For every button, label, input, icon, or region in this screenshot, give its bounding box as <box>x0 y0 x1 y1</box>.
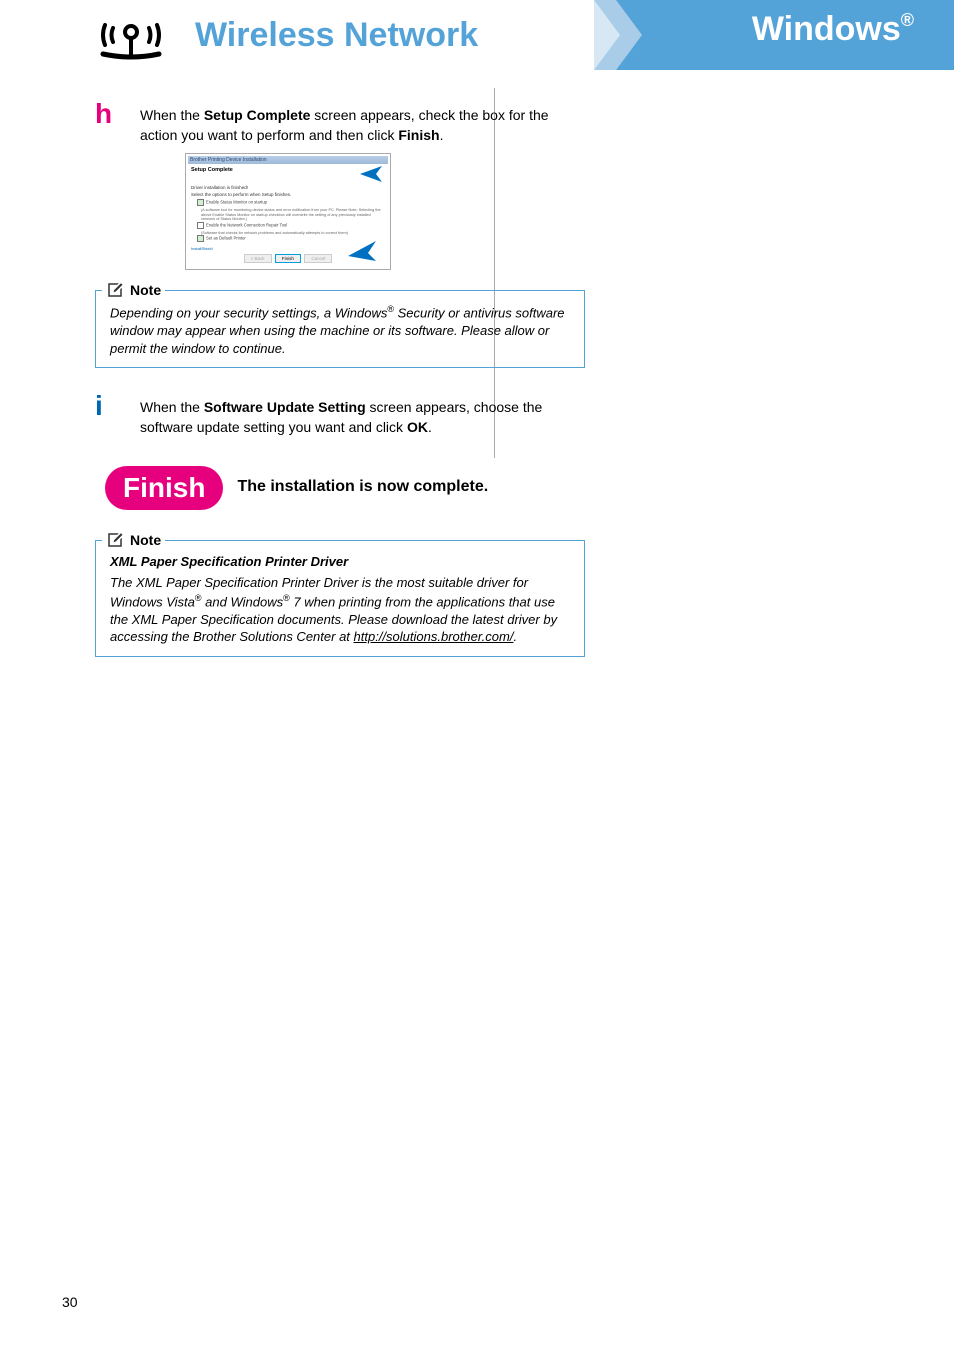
platform-name: Windows <box>752 10 901 48</box>
checkbox-icon <box>197 222 204 229</box>
note-body: XML Paper Specification Printer Driver T… <box>96 553 584 656</box>
page-number: 30 <box>62 1294 78 1310</box>
finish-button-highlight: Finish <box>275 254 301 263</box>
note-label: Note <box>130 532 161 548</box>
callout-arrow-icon <box>356 166 382 186</box>
checkbox-label: Enable the Network Connection Repair Too… <box>206 222 287 227</box>
step-letter-i: i <box>95 392 140 437</box>
text: Depending on your security settings, a W… <box>110 306 387 321</box>
header-platform-area: Windows® <box>594 0 954 70</box>
dialog-body: Setup Complete Driver installation is fi… <box>188 164 388 267</box>
back-button: < Back <box>244 254 272 263</box>
solutions-url-link[interactable]: http://solutions.brother.com/ <box>354 629 514 644</box>
note-header: Note <box>102 281 165 299</box>
step-letter-h: h <box>95 100 140 145</box>
content-column: h When the Setup Complete screen appears… <box>0 70 645 657</box>
note-box: Note Depending on your security settings… <box>95 290 585 368</box>
checkbox-label: Enable Status Monitor on startup <box>206 200 267 205</box>
header-title: Wireless Network <box>195 16 478 55</box>
note-icon <box>106 531 124 549</box>
checkbox-icon <box>197 235 204 242</box>
finish-text: The installation is now complete. <box>237 477 488 498</box>
step-h: h When the Setup Complete screen appears… <box>95 100 585 145</box>
dialog-checkbox-row: Enable Status Monitor on startup <box>197 199 385 206</box>
text-bold: Setup Complete <box>204 107 311 123</box>
page: Wireless Network Windows® h When the Set… <box>0 0 954 1350</box>
text: . <box>440 127 444 143</box>
header: Wireless Network Windows® <box>0 0 954 70</box>
finish-row: Finish The installation is now complete. <box>105 466 585 510</box>
text: . <box>428 419 432 435</box>
registered-mark: ® <box>195 593 202 603</box>
note-box: Note XML Paper Specification Printer Dri… <box>95 540 585 657</box>
note-header: Note <box>102 531 165 549</box>
note-label: Note <box>130 282 161 298</box>
text: and Windows <box>202 594 284 609</box>
step-i: i When the Software Update Setting scree… <box>95 392 585 437</box>
dialog-checkbox-row: Enable the Network Connection Repair Too… <box>197 222 385 229</box>
platform-label: Windows® <box>752 10 914 49</box>
note-icon <box>106 281 124 299</box>
dialog-subtext: (A software tool for monitoring device s… <box>201 208 385 222</box>
checkbox-icon <box>197 199 204 206</box>
registered-mark: ® <box>901 10 914 30</box>
text-bold: Software Update Setting <box>204 399 366 415</box>
dialog-titlebar: Brother Printing Device Installation <box>188 156 388 164</box>
callout-arrow-icon <box>346 241 376 261</box>
dialog-line: Select the options to perform when Setup… <box>191 192 385 197</box>
checkbox-label: Set as Default Printer <box>206 236 246 241</box>
note-body: Depending on your security settings, a W… <box>96 303 584 367</box>
cancel-button: Cancel <box>304 254 332 263</box>
step-h-text: When the Setup Complete screen appears, … <box>140 100 585 145</box>
note-subtitle: XML Paper Specification Printer Driver <box>110 553 574 571</box>
registered-mark: ® <box>283 593 290 603</box>
text-bold: OK <box>407 419 428 435</box>
text: When the <box>140 107 204 123</box>
text: When the <box>140 399 204 415</box>
text: . <box>513 629 517 644</box>
text-bold: Finish <box>398 127 439 143</box>
step-i-text: When the Software Update Setting screen … <box>140 392 585 437</box>
dialog-screenshot: Brother Printing Device Installation Set… <box>185 153 391 270</box>
wireless-icon <box>95 10 167 60</box>
finish-bubble: Finish <box>105 466 223 510</box>
